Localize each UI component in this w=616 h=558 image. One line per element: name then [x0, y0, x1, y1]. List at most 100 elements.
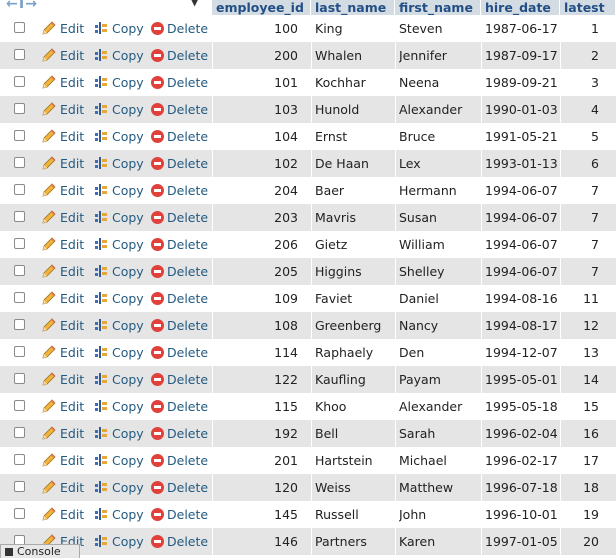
cell-first-name[interactable]: Lex — [399, 150, 479, 177]
header-last-name[interactable]: last_name — [311, 0, 395, 15]
cell-employee-id[interactable]: 122 — [212, 366, 298, 393]
cell-hire-date[interactable]: 1996-02-04 — [485, 420, 559, 447]
edit-link[interactable]: Edit — [41, 177, 84, 204]
cell-last-name[interactable]: Greenberg — [315, 312, 393, 339]
copy-link[interactable]: Copy — [93, 96, 144, 123]
cell-hire-date[interactable]: 1994-08-17 — [485, 312, 559, 339]
copy-link[interactable]: Copy — [93, 69, 144, 96]
cell-latest[interactable]: 3 — [560, 69, 599, 96]
cell-hire-date[interactable]: 1996-10-01 — [485, 501, 559, 528]
delete-link[interactable]: Delete — [151, 474, 208, 501]
row-checkbox[interactable] — [14, 49, 25, 60]
cell-first-name[interactable]: Den — [399, 339, 479, 366]
delete-link[interactable]: Delete — [151, 42, 208, 69]
cell-employee-id[interactable]: 100 — [212, 15, 298, 42]
cell-first-name[interactable]: Daniel — [399, 285, 479, 312]
edit-link[interactable]: Edit — [41, 447, 84, 474]
edit-link[interactable]: Edit — [41, 312, 84, 339]
copy-link[interactable]: Copy — [93, 150, 144, 177]
cell-latest[interactable]: 11 — [560, 285, 599, 312]
cell-employee-id[interactable]: 102 — [212, 150, 298, 177]
edit-link[interactable]: Edit — [41, 258, 84, 285]
row-checkbox[interactable] — [14, 238, 25, 249]
row-checkbox[interactable] — [14, 373, 25, 384]
row-checkbox[interactable] — [14, 265, 25, 276]
cell-latest[interactable]: 18 — [560, 474, 599, 501]
cell-employee-id[interactable]: 120 — [212, 474, 298, 501]
cell-employee-id[interactable]: 103 — [212, 96, 298, 123]
edit-link[interactable]: Edit — [41, 366, 84, 393]
cell-last-name[interactable]: Raphaely — [315, 339, 393, 366]
cell-last-name[interactable]: Hartstein — [315, 447, 393, 474]
delete-link[interactable]: Delete — [151, 447, 208, 474]
cell-first-name[interactable]: William — [399, 231, 479, 258]
edit-link[interactable]: Edit — [41, 150, 84, 177]
cell-hire-date[interactable]: 1994-06-07 — [485, 204, 559, 231]
edit-link[interactable]: Edit — [41, 204, 84, 231]
cell-first-name[interactable]: Alexander — [399, 96, 479, 123]
row-checkbox[interactable] — [14, 319, 25, 330]
cell-employee-id[interactable]: 205 — [212, 258, 298, 285]
cell-latest[interactable]: 2 — [560, 42, 599, 69]
cell-first-name[interactable]: Nancy — [399, 312, 479, 339]
cell-employee-id[interactable]: 101 — [212, 69, 298, 96]
header-latest[interactable]: latest — [560, 0, 616, 15]
cell-hire-date[interactable]: 1993-01-13 — [485, 150, 559, 177]
cell-hire-date[interactable]: 1995-05-01 — [485, 366, 559, 393]
copy-link[interactable]: Copy — [93, 474, 144, 501]
copy-link[interactable]: Copy — [93, 447, 144, 474]
delete-link[interactable]: Delete — [151, 501, 208, 528]
cell-hire-date[interactable]: 1995-05-18 — [485, 393, 559, 420]
cell-last-name[interactable]: Whalen — [315, 42, 393, 69]
header-employee-id[interactable]: employee_id — [212, 0, 311, 15]
cell-employee-id[interactable]: 200 — [212, 42, 298, 69]
cell-hire-date[interactable]: 1994-06-07 — [485, 177, 559, 204]
delete-link[interactable]: Delete — [151, 69, 208, 96]
cell-first-name[interactable]: Sarah — [399, 420, 479, 447]
delete-link[interactable]: Delete — [151, 258, 208, 285]
cell-last-name[interactable]: Bell — [315, 420, 393, 447]
edit-link[interactable]: Edit — [41, 339, 84, 366]
row-checkbox[interactable] — [14, 103, 25, 114]
copy-link[interactable]: Copy — [93, 366, 144, 393]
edit-link[interactable]: Edit — [41, 501, 84, 528]
delete-link[interactable]: Delete — [151, 123, 208, 150]
header-first-name[interactable]: first_name — [395, 0, 481, 15]
cell-hire-date[interactable]: 1994-12-07 — [485, 339, 559, 366]
copy-link[interactable]: Copy — [93, 501, 144, 528]
cell-employee-id[interactable]: 145 — [212, 501, 298, 528]
cell-latest[interactable]: 7 — [560, 231, 599, 258]
cell-last-name[interactable]: Baer — [315, 177, 393, 204]
row-checkbox[interactable] — [14, 427, 25, 438]
delete-link[interactable]: Delete — [151, 150, 208, 177]
row-checkbox[interactable] — [14, 481, 25, 492]
row-checkbox[interactable] — [14, 130, 25, 141]
cell-hire-date[interactable]: 1990-01-03 — [485, 96, 559, 123]
sort-dropdown-icon[interactable]: ▼ — [190, 0, 199, 9]
delete-link[interactable]: Delete — [151, 231, 208, 258]
cell-last-name[interactable]: Gietz — [315, 231, 393, 258]
cell-employee-id[interactable]: 192 — [212, 420, 298, 447]
row-checkbox[interactable] — [14, 292, 25, 303]
copy-link[interactable]: Copy — [93, 285, 144, 312]
cell-first-name[interactable]: Shelley — [399, 258, 479, 285]
cell-last-name[interactable]: Weiss — [315, 474, 393, 501]
copy-link[interactable]: Copy — [93, 231, 144, 258]
cell-latest[interactable]: 5 — [560, 123, 599, 150]
cell-latest[interactable]: 15 — [560, 393, 599, 420]
cell-latest[interactable]: 12 — [560, 312, 599, 339]
cell-latest[interactable]: 20 — [560, 528, 599, 555]
edit-link[interactable]: Edit — [41, 474, 84, 501]
row-checkbox[interactable] — [14, 157, 25, 168]
cell-employee-id[interactable]: 115 — [212, 393, 298, 420]
cell-last-name[interactable]: Higgins — [315, 258, 393, 285]
cell-hire-date[interactable]: 1989-09-21 — [485, 69, 559, 96]
cell-hire-date[interactable]: 1987-06-17 — [485, 15, 559, 42]
edit-link[interactable]: Edit — [41, 123, 84, 150]
cell-first-name[interactable]: Hermann — [399, 177, 479, 204]
cell-last-name[interactable]: Russell — [315, 501, 393, 528]
delete-link[interactable]: Delete — [151, 339, 208, 366]
cell-employee-id[interactable]: 201 — [212, 447, 298, 474]
delete-link[interactable]: Delete — [151, 204, 208, 231]
cell-first-name[interactable]: Jennifer — [399, 42, 479, 69]
